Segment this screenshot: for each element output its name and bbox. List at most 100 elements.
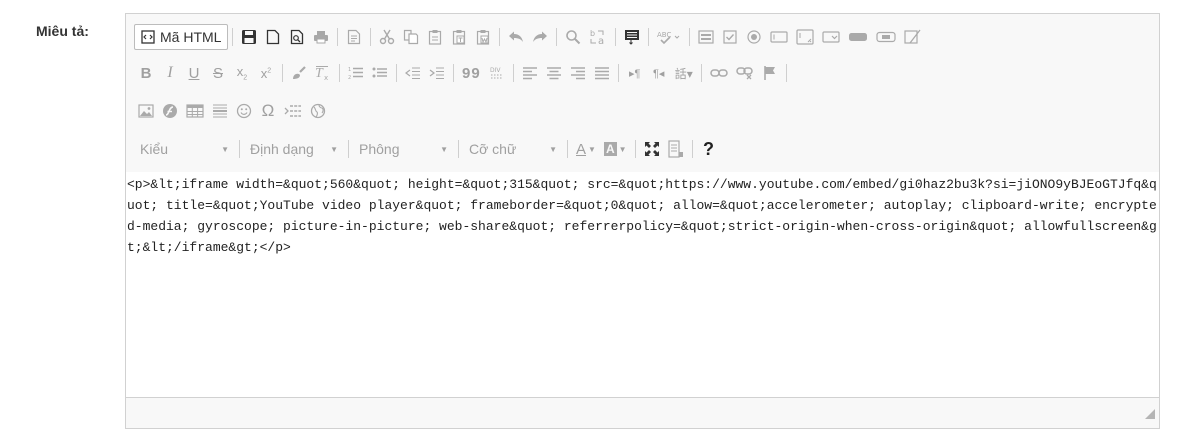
unordered-list-button[interactable] bbox=[368, 60, 392, 86]
print-icon bbox=[313, 30, 329, 44]
font-combo[interactable]: Phông ▼ bbox=[353, 137, 454, 161]
chevron-down-icon: ▼ bbox=[549, 144, 557, 154]
cut-icon bbox=[379, 29, 395, 45]
language-button[interactable]: 話▾ bbox=[671, 60, 697, 86]
div-button[interactable]: DIV bbox=[485, 60, 509, 86]
remove-format-button[interactable]: Tx bbox=[311, 60, 335, 86]
align-right-button[interactable] bbox=[566, 60, 590, 86]
subscript-button[interactable]: x2 bbox=[230, 60, 254, 86]
undo-icon bbox=[508, 30, 524, 44]
textarea-button[interactable] bbox=[792, 24, 818, 50]
copy-button[interactable] bbox=[399, 24, 423, 50]
blockquote-icon: 99 bbox=[462, 64, 481, 82]
smiley-button[interactable] bbox=[232, 98, 256, 124]
form-button[interactable] bbox=[694, 24, 718, 50]
editor-source-textarea[interactable]: <p>&lt;iframe width=&quot;560&quot; heig… bbox=[126, 172, 1159, 399]
superscript-button[interactable]: x2 bbox=[254, 60, 278, 86]
source-button[interactable]: Mã HTML bbox=[134, 24, 229, 50]
align-left-button[interactable] bbox=[518, 60, 542, 86]
cut-button[interactable] bbox=[375, 24, 399, 50]
save-button[interactable] bbox=[237, 24, 261, 50]
horizontal-rule-icon bbox=[212, 103, 228, 119]
show-blocks-icon bbox=[667, 140, 684, 158]
unlink-button[interactable] bbox=[732, 60, 758, 86]
resize-icon[interactable] bbox=[1144, 407, 1156, 425]
flash-button[interactable] bbox=[158, 98, 182, 124]
select-all-button[interactable] bbox=[620, 24, 644, 50]
page-break-button[interactable] bbox=[280, 98, 306, 124]
replace-button[interactable]: ba bbox=[585, 24, 611, 50]
select-field-button[interactable] bbox=[818, 24, 844, 50]
hidden-field-button[interactable] bbox=[900, 24, 926, 50]
italic-button[interactable]: I bbox=[158, 60, 182, 86]
image-button-icon bbox=[876, 31, 897, 43]
rtl-button[interactable]: ¶◂ bbox=[647, 60, 671, 86]
find-icon bbox=[565, 29, 581, 45]
paste-word-icon bbox=[476, 29, 490, 45]
image-icon bbox=[138, 104, 154, 118]
paste-button[interactable] bbox=[423, 24, 447, 50]
size-combo[interactable]: Cỡ chữ ▼ bbox=[463, 137, 563, 161]
align-center-button[interactable] bbox=[542, 60, 566, 86]
form-button-button[interactable] bbox=[844, 24, 872, 50]
horizontal-rule-button[interactable] bbox=[208, 98, 232, 124]
new-page-button[interactable] bbox=[261, 24, 285, 50]
redo-button[interactable] bbox=[528, 24, 552, 50]
format-combo[interactable]: Định dạng ▼ bbox=[244, 137, 344, 161]
underline-button[interactable]: U bbox=[182, 60, 206, 86]
textfield-button[interactable] bbox=[766, 24, 792, 50]
outdent-button[interactable] bbox=[401, 60, 425, 86]
chevron-down-icon: ▼ bbox=[221, 144, 229, 154]
undo-button[interactable] bbox=[504, 24, 528, 50]
text-color-button[interactable]: A ▼ bbox=[572, 136, 600, 162]
ltr-button[interactable]: ▸¶ bbox=[623, 60, 647, 86]
special-char-button[interactable]: Ω bbox=[256, 98, 280, 124]
anchor-icon bbox=[763, 65, 777, 81]
paste-word-button[interactable] bbox=[471, 24, 495, 50]
find-button[interactable] bbox=[561, 24, 585, 50]
spellcheck-button[interactable]: ABC bbox=[653, 24, 685, 50]
justify-icon bbox=[594, 66, 610, 80]
editor-bottom-bar bbox=[126, 397, 1159, 428]
image-button[interactable] bbox=[134, 98, 158, 124]
textarea-icon bbox=[796, 29, 815, 45]
checkbox-button[interactable] bbox=[718, 24, 742, 50]
text-color-icon: A ▼ bbox=[576, 140, 596, 158]
special-char-icon: Ω bbox=[261, 101, 275, 120]
bold-button[interactable]: B bbox=[134, 60, 158, 86]
source-icon bbox=[141, 30, 155, 44]
button-icon bbox=[848, 31, 868, 43]
chevron-down-icon: ▼ bbox=[440, 144, 448, 154]
ordered-list-button[interactable]: 12 bbox=[344, 60, 368, 86]
show-blocks-button[interactable] bbox=[664, 136, 688, 162]
justify-button[interactable] bbox=[590, 60, 614, 86]
underline-icon: U bbox=[188, 64, 200, 82]
new-page-icon bbox=[266, 29, 280, 45]
print-button[interactable] bbox=[309, 24, 333, 50]
outdent-icon bbox=[405, 66, 421, 80]
unlink-icon bbox=[735, 66, 754, 80]
table-button[interactable] bbox=[182, 98, 208, 124]
paste-text-button[interactable] bbox=[447, 24, 471, 50]
spellcheck-icon: ABC bbox=[657, 29, 681, 45]
blockquote-button[interactable]: 99 bbox=[458, 60, 485, 86]
templates-button[interactable] bbox=[342, 24, 366, 50]
styles-combo[interactable]: Kiểu ▼ bbox=[134, 137, 235, 161]
indent-button[interactable] bbox=[425, 60, 449, 86]
help-button[interactable]: ? bbox=[697, 136, 721, 162]
maximize-button[interactable] bbox=[640, 136, 664, 162]
copy-formatting-button[interactable] bbox=[287, 60, 311, 86]
bg-color-button[interactable]: A ▼ bbox=[600, 136, 631, 162]
image-button-button[interactable] bbox=[872, 24, 900, 50]
chevron-down-icon: ▼ bbox=[330, 144, 338, 154]
iframe-button[interactable] bbox=[306, 98, 330, 124]
rtl-icon: ¶◂ bbox=[652, 67, 665, 80]
link-button[interactable] bbox=[706, 60, 732, 86]
paintbrush-icon bbox=[291, 65, 307, 81]
preview-button[interactable] bbox=[285, 24, 309, 50]
radio-button[interactable] bbox=[742, 24, 766, 50]
anchor-button[interactable] bbox=[758, 60, 782, 86]
strike-button[interactable]: S bbox=[206, 60, 230, 86]
select-icon bbox=[822, 30, 841, 44]
indent-icon bbox=[429, 66, 445, 80]
